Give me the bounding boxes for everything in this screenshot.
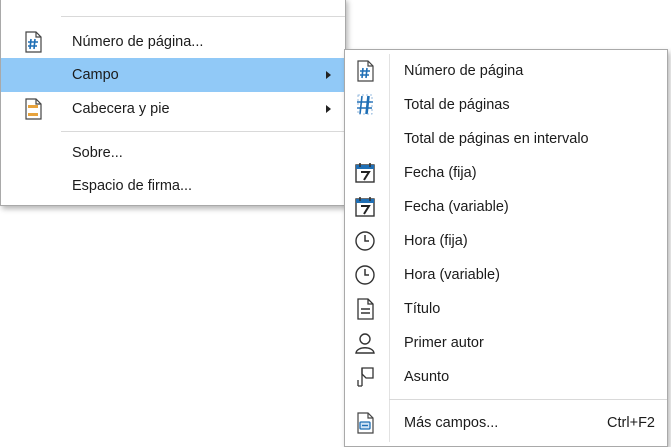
submenu-item-first-author[interactable]: Primer autor xyxy=(345,326,667,360)
submenu-item-label: Hora (fija) xyxy=(404,233,468,249)
calendar-icon xyxy=(353,195,377,219)
submenu-arrow-icon xyxy=(326,71,331,79)
submenu-arrow-icon xyxy=(326,105,331,113)
submenu-item-label: Total de páginas xyxy=(404,97,510,113)
page-number-icon xyxy=(21,30,45,54)
clock-icon xyxy=(353,229,377,253)
submenu-item-label: Primer autor xyxy=(404,335,484,351)
submenu-item-label: Número de página xyxy=(404,63,524,79)
submenu-item-time-fixed[interactable]: Hora (fija) xyxy=(345,224,667,258)
submenu-item-subject[interactable]: Asunto xyxy=(345,360,667,394)
menu-separator xyxy=(61,131,345,132)
calendar-icon xyxy=(353,161,377,185)
submenu-item-title[interactable]: Título xyxy=(345,292,667,326)
menu-item-label: Número de página... xyxy=(72,34,204,50)
menu-item-field[interactable]: Campo xyxy=(1,58,345,92)
menu-item-label: Sobre... xyxy=(72,145,123,161)
more-fields-icon xyxy=(353,411,377,435)
menu-item-label: Campo xyxy=(72,67,119,83)
header-footer-icon xyxy=(21,97,45,121)
keyboard-shortcut: Ctrl+F2 xyxy=(607,415,655,431)
submenu-item-more-fields[interactable]: Más campos... Ctrl+F2 xyxy=(345,406,667,440)
menu-item-label: Cabecera y pie xyxy=(72,101,170,117)
insert-menu: Número de página... Campo Cabecera y pie… xyxy=(0,0,346,206)
submenu-item-label: Total de páginas en intervalo xyxy=(404,131,589,147)
menu-item-signature-line[interactable]: Espacio de firma... xyxy=(1,169,345,203)
page-number-icon xyxy=(353,59,377,83)
menu-item-header-footer[interactable]: Cabecera y pie xyxy=(1,92,345,126)
menu-separator xyxy=(61,16,345,17)
clock-icon xyxy=(353,263,377,287)
submenu-item-time-variable[interactable]: Hora (variable) xyxy=(345,258,667,292)
page-count-icon xyxy=(353,93,377,117)
submenu-item-label: Hora (variable) xyxy=(404,267,500,283)
submenu-item-label: Más campos... xyxy=(404,415,499,431)
menu-separator xyxy=(389,399,667,400)
subject-icon xyxy=(353,365,377,389)
field-submenu: Número de página Total de páginas Total … xyxy=(344,49,668,447)
submenu-item-date-variable[interactable]: Fecha (variable) xyxy=(345,190,667,224)
person-icon xyxy=(353,331,377,355)
submenu-item-date-fixed[interactable]: Fecha (fija) xyxy=(345,156,667,190)
submenu-item-page-number[interactable]: Número de página xyxy=(345,54,667,88)
document-icon xyxy=(353,297,377,321)
submenu-item-label: Asunto xyxy=(404,369,450,385)
submenu-item-page-count[interactable]: Total de páginas xyxy=(345,88,667,122)
menu-item-page-number[interactable]: Número de página... xyxy=(1,25,345,59)
submenu-item-label: Título xyxy=(404,301,441,317)
menu-item-about[interactable]: Sobre... xyxy=(1,136,345,170)
submenu-item-label: Fecha (variable) xyxy=(404,199,509,215)
submenu-item-label: Fecha (fija) xyxy=(404,165,477,181)
submenu-item-page-count-range[interactable]: Total de páginas en intervalo xyxy=(345,122,667,156)
menu-item-label: Espacio de firma... xyxy=(72,178,193,194)
